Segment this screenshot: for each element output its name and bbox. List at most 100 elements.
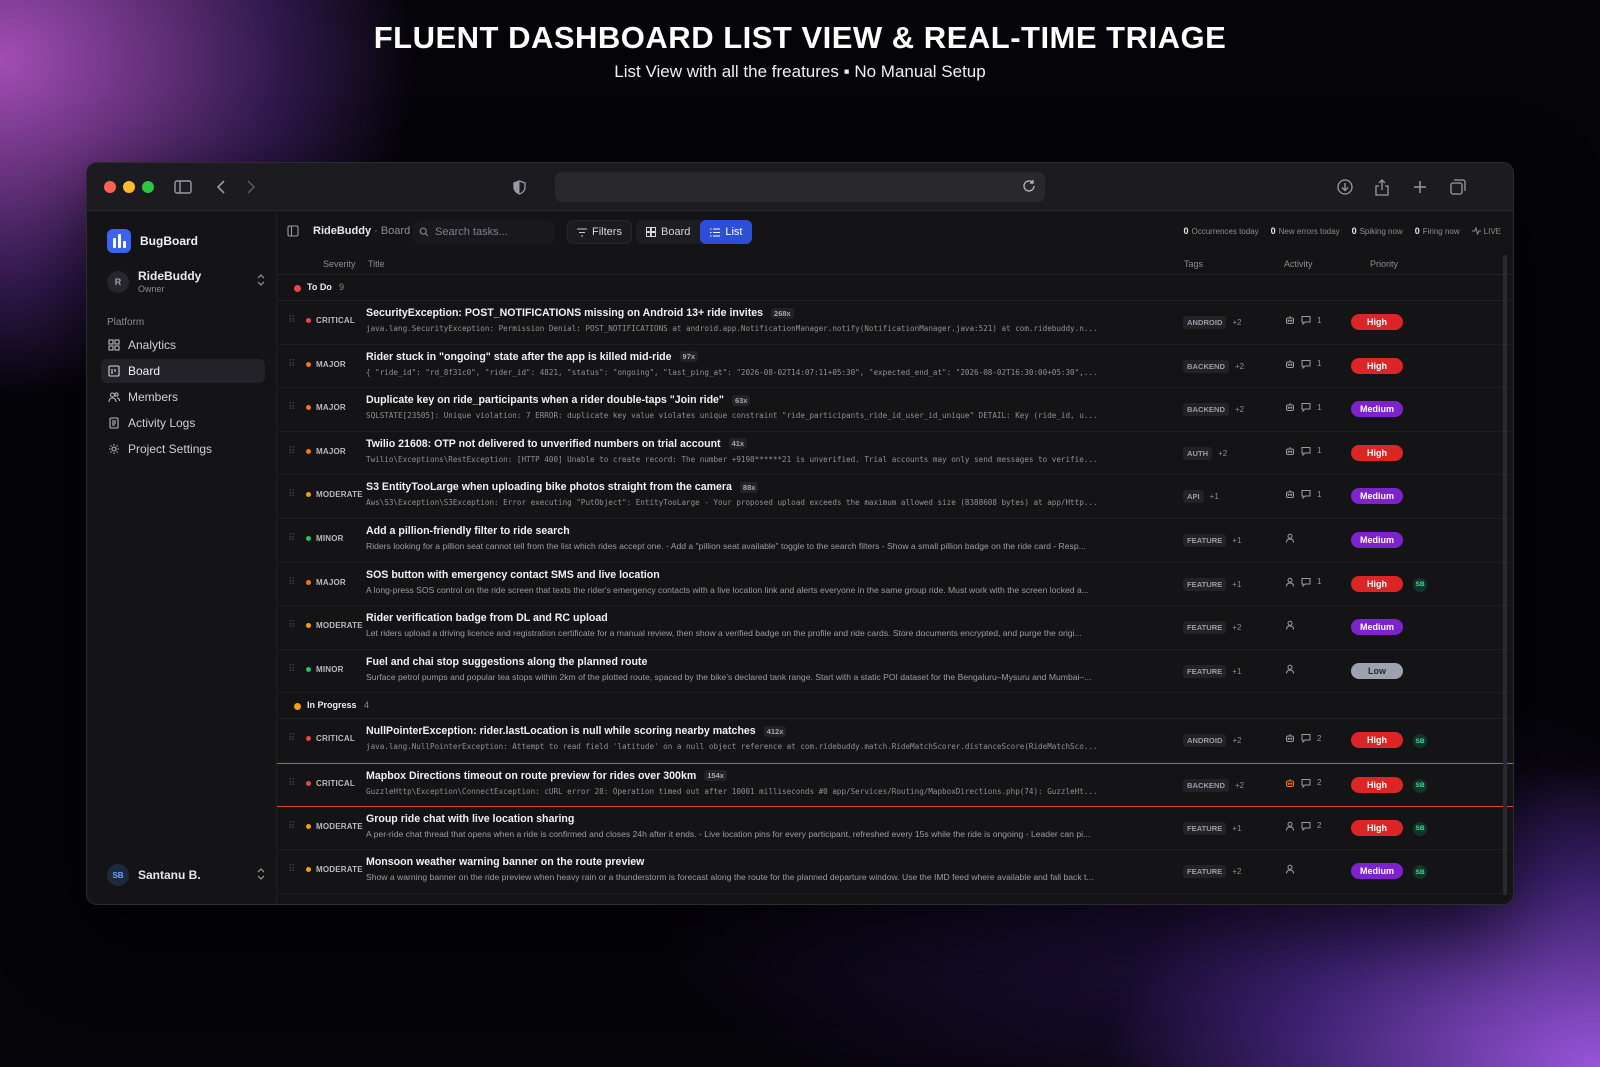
tag-chip[interactable]: FEATURE bbox=[1183, 821, 1227, 835]
priority-badge[interactable]: High bbox=[1351, 314, 1403, 330]
tag-chip[interactable]: FEATURE bbox=[1183, 577, 1227, 591]
task-title[interactable]: SecurityException: POST_NOTIFICATIONS mi… bbox=[366, 307, 1178, 319]
tag-chip[interactable]: API bbox=[1183, 490, 1204, 504]
assignee-avatar[interactable]: SB bbox=[1413, 577, 1427, 592]
priority-badge[interactable]: Medium bbox=[1351, 531, 1403, 548]
tag-more-count[interactable]: +2 bbox=[1232, 867, 1241, 876]
forward-icon[interactable] bbox=[239, 175, 263, 199]
tag-more-count[interactable]: +1 bbox=[1232, 536, 1241, 545]
assignee-avatar[interactable]: SB bbox=[1413, 778, 1427, 793]
maximize-window-button[interactable] bbox=[142, 181, 154, 193]
tag-chip[interactable]: ANDROID bbox=[1183, 734, 1227, 748]
filters-button[interactable]: Filters bbox=[567, 220, 632, 244]
priority-badge[interactable]: High bbox=[1351, 819, 1403, 836]
tag-more-count[interactable]: +2 bbox=[1218, 449, 1227, 458]
drag-handle-icon[interactable]: ⠿ bbox=[288, 314, 295, 328]
table-row[interactable]: ⠿ MAJOR Twilio 21608: OTP not delivered to… bbox=[277, 432, 1513, 476]
priority-badge[interactable]: High bbox=[1351, 575, 1403, 592]
col-tags[interactable]: Tags bbox=[1184, 259, 1203, 269]
scrollbar[interactable] bbox=[1503, 255, 1507, 895]
tag-more-count[interactable]: +1 bbox=[1232, 824, 1241, 833]
sidebar-toggle-icon[interactable] bbox=[171, 175, 195, 199]
sidebar-item-project-settings[interactable]: Project Settings bbox=[101, 437, 265, 461]
tag-chip[interactable]: FEATURE bbox=[1183, 533, 1227, 547]
table-row[interactable]: ⠿ CRITICAL NullPointerException: rider.las… bbox=[277, 719, 1513, 763]
drag-handle-icon[interactable]: ⠿ bbox=[288, 619, 295, 633]
tab-overview-icon[interactable] bbox=[1446, 175, 1470, 199]
col-title[interactable]: Title bbox=[368, 259, 385, 269]
group-header[interactable]: To Do 9 bbox=[277, 275, 1513, 301]
table-row[interactable]: ⠿ MODERATE Group ride chat with live locat… bbox=[277, 807, 1513, 851]
col-severity[interactable]: Severity bbox=[323, 259, 356, 269]
tag-chip[interactable]: BACKEND bbox=[1183, 359, 1229, 373]
minimize-window-button[interactable] bbox=[123, 181, 135, 193]
user-menu[interactable]: SB Santanu B. bbox=[107, 864, 265, 886]
tag-chip[interactable]: FEATURE bbox=[1183, 621, 1227, 635]
assignee-avatar[interactable]: SB bbox=[1413, 734, 1427, 749]
priority-badge[interactable]: Low bbox=[1351, 662, 1403, 679]
tag-more-count[interactable]: +1 bbox=[1210, 492, 1219, 501]
drag-handle-icon[interactable]: ⠿ bbox=[288, 532, 295, 546]
task-title[interactable]: NullPointerException: rider.lastLocation… bbox=[366, 725, 1178, 737]
tag-more-count[interactable]: +2 bbox=[1235, 781, 1244, 790]
assignee-avatar[interactable]: SB bbox=[1413, 821, 1427, 836]
tag-chip[interactable]: FEATURE bbox=[1183, 865, 1227, 879]
sidebar-item-members[interactable]: Members bbox=[101, 385, 265, 409]
search-input[interactable]: Search tasks... bbox=[413, 220, 555, 244]
tag-chip[interactable]: AUTH bbox=[1183, 446, 1213, 460]
tag-more-count[interactable]: +2 bbox=[1232, 623, 1241, 632]
sidebar-item-analytics[interactable]: Analytics bbox=[101, 333, 265, 357]
tag-more-count[interactable]: +1 bbox=[1232, 667, 1241, 676]
table-row[interactable]: ⠿ MODERATE Rider verification badge from D… bbox=[277, 606, 1513, 650]
drag-handle-icon[interactable]: ⠿ bbox=[288, 777, 295, 791]
drag-handle-icon[interactable]: ⠿ bbox=[288, 663, 295, 677]
tag-more-count[interactable]: +2 bbox=[1235, 362, 1244, 371]
drag-handle-icon[interactable]: ⠿ bbox=[288, 445, 295, 459]
drag-handle-icon[interactable]: ⠿ bbox=[288, 401, 295, 415]
priority-badge[interactable]: High bbox=[1351, 357, 1403, 374]
task-title[interactable]: Twilio 21608: OTP not delivered to unver… bbox=[366, 438, 1178, 450]
breadcrumb-project[interactable]: RideBuddy bbox=[313, 225, 371, 237]
task-title[interactable]: Group ride chat with live location shari… bbox=[366, 813, 1178, 825]
project-switcher[interactable]: R RideBuddy Owner bbox=[107, 266, 265, 298]
task-title[interactable]: S3 EntityTooLarge when uploading bike ph… bbox=[366, 481, 1178, 493]
back-icon[interactable] bbox=[209, 175, 233, 199]
drag-handle-icon[interactable]: ⠿ bbox=[288, 488, 295, 502]
new-tab-icon[interactable] bbox=[1408, 175, 1432, 199]
close-window-button[interactable] bbox=[104, 181, 116, 193]
task-title[interactable]: Rider stuck in "ongoing" state after the… bbox=[366, 351, 1178, 363]
tag-chip[interactable]: BACKEND bbox=[1183, 778, 1229, 792]
task-title[interactable]: Add a pillion-friendly filter to ride se… bbox=[366, 525, 1178, 537]
tag-more-count[interactable]: +1 bbox=[1232, 580, 1241, 589]
priority-badge[interactable]: Medium bbox=[1351, 863, 1403, 880]
tag-more-count[interactable]: +2 bbox=[1232, 736, 1241, 745]
priority-badge[interactable]: Medium bbox=[1351, 401, 1403, 418]
assignee-avatar[interactable]: SB bbox=[1413, 865, 1427, 880]
task-title[interactable]: Duplicate key on ride_participants when … bbox=[366, 394, 1178, 406]
table-row[interactable]: ⠿ CRITICAL SecurityException: POST_NOTIFIC… bbox=[277, 301, 1513, 345]
view-list-button[interactable]: List bbox=[700, 220, 753, 244]
priority-badge[interactable]: High bbox=[1351, 732, 1403, 749]
group-header[interactable]: In Progress 4 bbox=[277, 693, 1513, 720]
sidebar-item-activity-logs[interactable]: Activity Logs bbox=[101, 411, 265, 435]
privacy-shield-icon[interactable] bbox=[507, 175, 531, 199]
task-title[interactable]: Mapbox Directions timeout on route previ… bbox=[366, 770, 1178, 782]
drag-handle-icon[interactable]: ⠿ bbox=[288, 732, 295, 746]
table-row[interactable]: ⠿ MAJOR Rider stuck in "ongoing" state aft… bbox=[277, 345, 1513, 389]
drag-handle-icon[interactable]: ⠿ bbox=[288, 358, 295, 372]
drag-handle-icon[interactable]: ⠿ bbox=[288, 576, 295, 590]
table-row[interactable]: ⠿ MAJOR SOS button with emergency contact … bbox=[277, 563, 1513, 607]
table-row[interactable]: ⠿ MINOR Fuel and chai stop suggestions alo… bbox=[277, 650, 1513, 694]
priority-badge[interactable]: High bbox=[1351, 444, 1403, 461]
brand[interactable]: BugBoard bbox=[107, 229, 198, 253]
table-row[interactable]: ⠿ MODERATE S3 EntityTooLarge when uploadin… bbox=[277, 475, 1513, 519]
tag-chip[interactable]: BACKEND bbox=[1183, 403, 1229, 417]
priority-badge[interactable]: High bbox=[1351, 776, 1403, 793]
drag-handle-icon[interactable]: ⠿ bbox=[288, 863, 295, 877]
task-title[interactable]: Fuel and chai stop suggestions along the… bbox=[366, 656, 1178, 668]
tag-more-count[interactable]: +2 bbox=[1232, 318, 1241, 327]
address-bar[interactable] bbox=[555, 172, 1045, 202]
priority-badge[interactable]: Medium bbox=[1351, 619, 1403, 636]
tag-chip[interactable]: FEATURE bbox=[1183, 664, 1227, 678]
col-priority[interactable]: Priority bbox=[1370, 259, 1398, 269]
